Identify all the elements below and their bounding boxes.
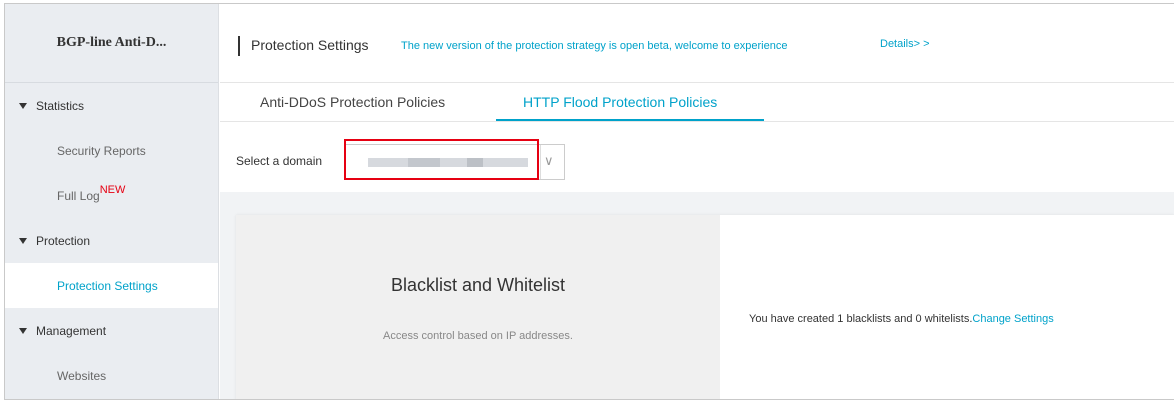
app-frame: BGP-line Anti-D... Statistics Security R… <box>4 3 1174 400</box>
sidebar-item-label: Protection Settings <box>57 278 158 293</box>
select-divider <box>540 145 541 179</box>
card-title: Blacklist and Whitelist <box>390 275 566 295</box>
sidebar-item-label: Full Log <box>57 188 100 203</box>
card-description: Access control based on IP addresses. <box>383 330 573 342</box>
domain-row: Select a domain ∨ <box>220 123 1174 191</box>
sidebar-item-label: Websites <box>57 368 107 383</box>
caret-down-icon <box>19 327 27 334</box>
sidebar-item-protection-settings[interactable]: Protection Settings <box>5 263 218 308</box>
card-status-text: You have created 1 blacklists and 0 whit… <box>749 313 973 325</box>
chevron-down-icon[interactable]: ∨ <box>544 154 554 168</box>
blacklist-whitelist-card: Blacklist and Whitelist Access control b… <box>236 215 1174 399</box>
sidebar: BGP-line Anti-D... Statistics Security R… <box>5 4 219 399</box>
sidebar-group-label: Statistics <box>36 98 85 113</box>
sidebar-group-label: Protection <box>36 233 91 248</box>
change-settings-link[interactable]: Change Settings <box>972 313 1053 325</box>
sidebar-group-management[interactable]: Management <box>5 308 218 353</box>
sidebar-group-statistics[interactable]: Statistics <box>5 83 218 128</box>
page-title: Protection Settings <box>251 37 369 53</box>
card-left-panel: Blacklist and Whitelist Access control b… <box>236 215 720 399</box>
policy-tabs: Anti-DDoS Protection Policies HTTP Flood… <box>220 84 1174 122</box>
sidebar-title: BGP-line Anti-D... <box>5 4 218 83</box>
sidebar-group-protection[interactable]: Protection <box>5 218 218 263</box>
tab-anti-ddos-protection-policies[interactable]: Anti-DDoS Protection Policies <box>260 94 445 110</box>
content-area: Blacklist and Whitelist Access control b… <box>220 192 1174 399</box>
main-content: Protection Settings The new version of t… <box>220 4 1174 399</box>
domain-label: Select a domain <box>236 154 323 168</box>
page-header: Protection Settings The new version of t… <box>220 4 1174 83</box>
header-accent-bar <box>238 36 240 56</box>
new-badge: NEW <box>99 183 126 196</box>
sidebar-item-full-log[interactable]: Full Log NEW <box>5 173 218 218</box>
caret-down-icon <box>19 237 27 244</box>
tab-http-flood-protection-policies[interactable]: HTTP Flood Protection Policies <box>523 94 717 110</box>
active-tab-underline <box>496 119 764 121</box>
card-status: You have created 1 blacklists and 0 whit… <box>749 313 1054 325</box>
domain-select[interactable]: ∨ <box>345 144 565 180</box>
sidebar-item-websites[interactable]: Websites <box>5 353 218 398</box>
details-link[interactable]: Details> > <box>880 38 930 50</box>
beta-notice: The new version of the protection strate… <box>401 40 788 52</box>
caret-down-icon <box>19 102 27 109</box>
sidebar-item-label: Security Reports <box>57 143 146 158</box>
sidebar-item-security-reports[interactable]: Security Reports <box>5 128 218 173</box>
domain-select-value <box>368 158 528 167</box>
sidebar-group-label: Management <box>36 323 107 338</box>
